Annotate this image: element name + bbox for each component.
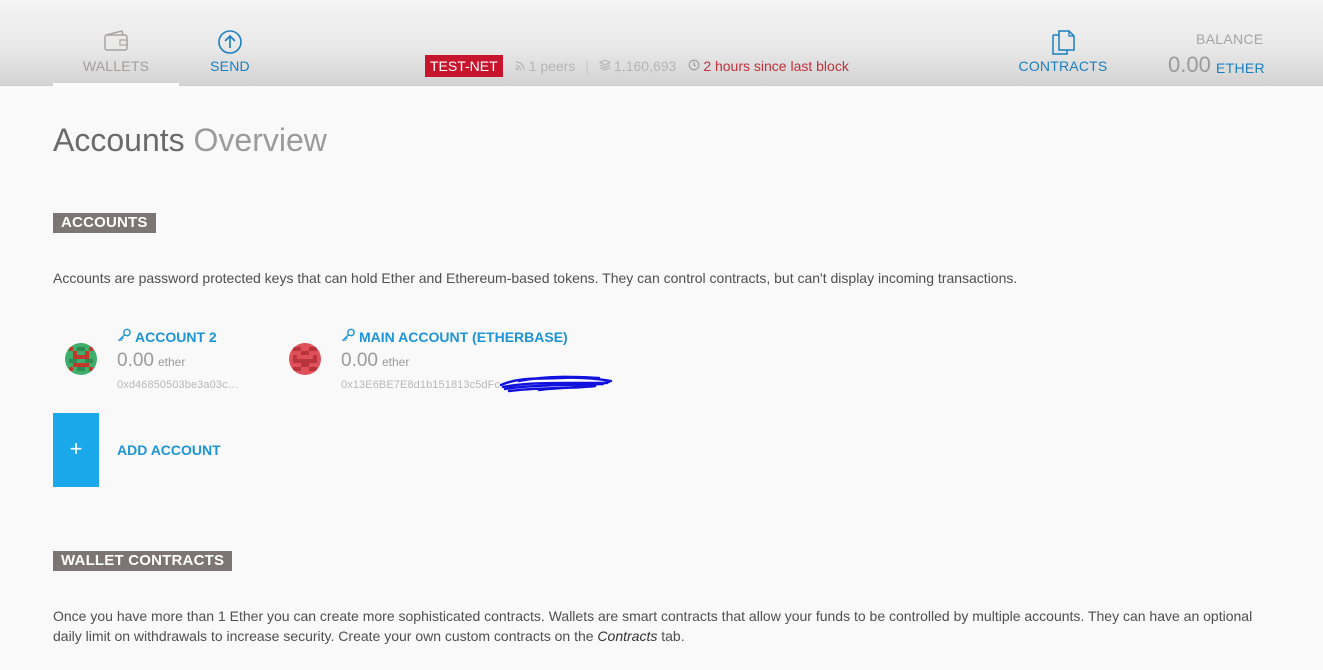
status-separator: | — [585, 57, 590, 74]
accounts-section-tag: ACCOUNTS — [53, 213, 156, 233]
nav-wallets-tab[interactable]: WALLETS — [53, 0, 179, 87]
block-number: 1,160,693 — [614, 57, 677, 74]
contracts-tab-reference: Contracts — [597, 628, 658, 644]
identicon — [289, 343, 321, 375]
add-account-plus[interactable]: + — [53, 413, 99, 487]
network-status: TEST-NET 1 peers | 1,160,693 2 hours sin… — [425, 54, 849, 77]
contracts-icon — [1050, 29, 1076, 60]
peers-icon — [515, 58, 526, 74]
accounts-description: Accounts are password protected keys tha… — [53, 270, 1018, 286]
account-card[interactable]: ACCOUNT 2 0.00 ether 0xd46850503be3a03c… — [65, 326, 265, 396]
balance-unit: ETHER — [1216, 60, 1265, 76]
account-balance-unit: ether — [157, 355, 186, 369]
peers-indicator: 1 peers — [515, 57, 576, 74]
clock-icon — [688, 58, 700, 74]
nav-wallets-label: WALLETS — [82, 58, 150, 74]
account-name: MAIN ACCOUNT (ETHERBASE) — [341, 328, 568, 345]
last-block-indicator: 2 hours since last block — [688, 58, 849, 74]
account-balance-value: 0.00 — [117, 350, 154, 371]
page-title-strong: Accounts — [53, 122, 185, 158]
page-title: Accounts Overview — [53, 122, 327, 159]
network-badge: TEST-NET — [425, 54, 503, 77]
block-indicator: 1,160,693 — [598, 57, 677, 74]
top-navigation-bar: WALLETS SEND TEST-NET 1 peers | 1,160,69… — [0, 0, 1323, 87]
account-balance: 0.00 ether — [117, 350, 185, 372]
last-block-time: 2 hours since last block — [703, 57, 849, 74]
wallet-contracts-section-tag: WALLET CONTRACTS — [53, 551, 233, 571]
balance-label: BALANCE — [1196, 31, 1264, 47]
key-icon — [341, 328, 356, 345]
nav-send-label: SEND — [210, 58, 250, 74]
account-name-text: MAIN ACCOUNT (ETHERBASE) — [359, 328, 568, 345]
page-title-light: Overview — [193, 122, 327, 158]
blocks-icon — [598, 58, 612, 74]
account-address: 0xd46850503be3a03c… — [117, 379, 239, 391]
nav-send-tab[interactable]: SEND — [195, 0, 265, 86]
send-arrow-icon — [217, 29, 243, 60]
wallet-contracts-description-end: tab. — [657, 628, 685, 644]
peers-count: 1 peers — [528, 57, 576, 74]
active-tab-indicator — [53, 83, 179, 87]
redaction-scribble — [499, 373, 614, 400]
add-account-label[interactable]: ADD ACCOUNT — [117, 442, 221, 458]
nav-contracts-label: CONTRACTS — [1018, 58, 1108, 74]
account-address: 0x13E6BE7E8d1b151813c5dFc — [341, 379, 501, 391]
account-name: ACCOUNT 2 — [117, 328, 217, 345]
account-balance-value: 0.00 — [341, 350, 378, 371]
balance-amount: 0.00 — [1168, 52, 1211, 77]
key-icon — [117, 328, 132, 345]
account-balance-unit: ether — [381, 355, 410, 369]
wallet-contracts-description: Once you have more than 1 Ether you can … — [53, 606, 1268, 646]
wallet-icon — [103, 29, 129, 58]
identicon — [65, 343, 97, 375]
account-balance: 0.00 ether — [341, 350, 409, 372]
account-name-text: ACCOUNT 2 — [135, 328, 217, 345]
nav-contracts-tab[interactable]: CONTRACTS — [1013, 0, 1113, 86]
